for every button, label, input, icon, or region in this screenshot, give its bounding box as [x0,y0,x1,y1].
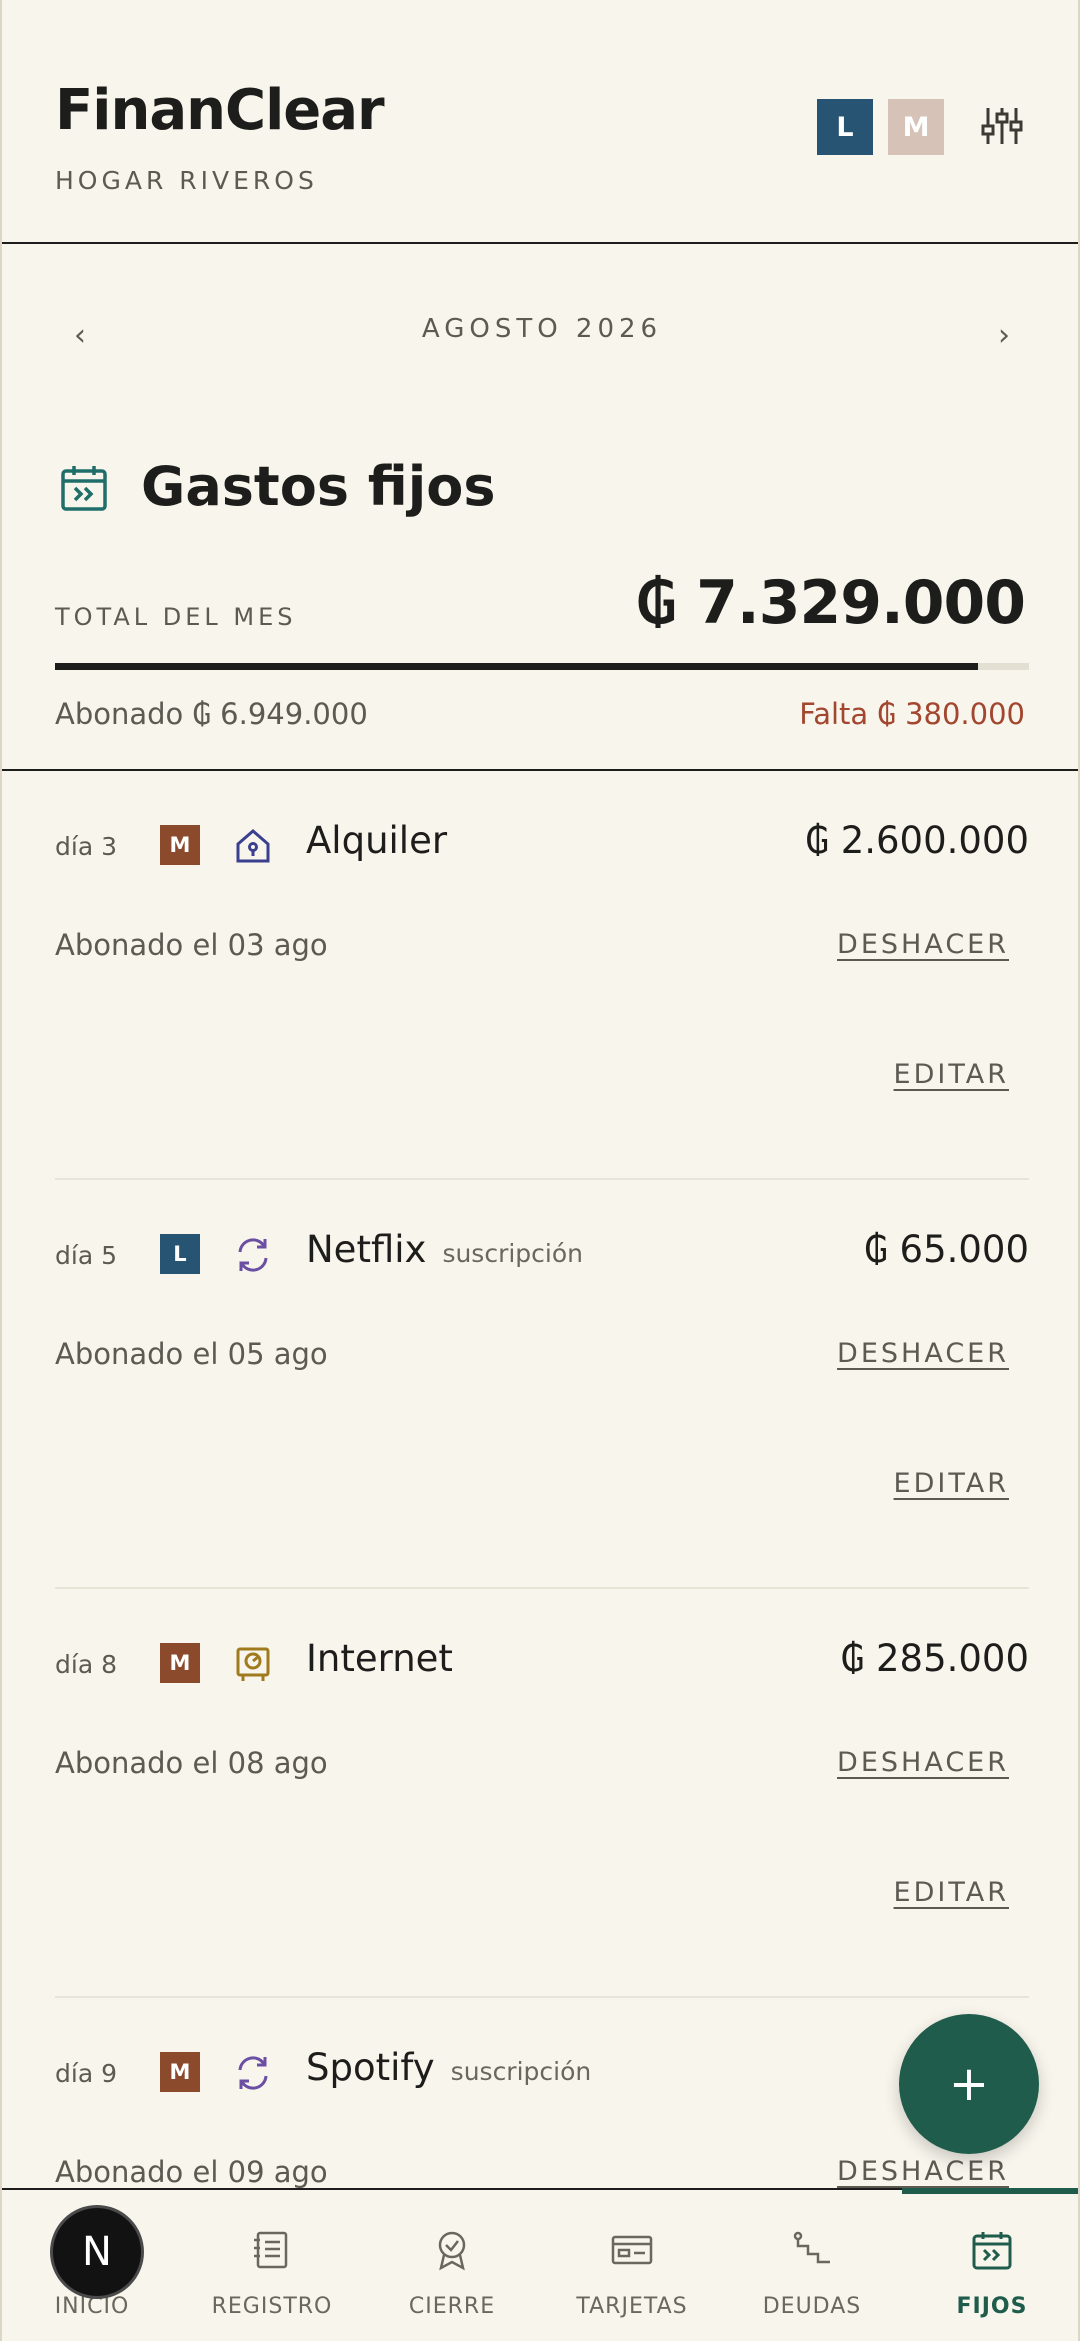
undo-button[interactable]: DESHACER [837,1747,1009,1778]
card-icon [611,2235,653,2265]
household-name: HOGAR RIVEROS [55,166,318,195]
total-label: TOTAL DEL MES [55,603,297,631]
edit-button[interactable]: EDITAR [894,1059,1009,1090]
stairs-icon [793,2231,830,2264]
undo-button[interactable]: DESHACER [837,2156,1009,2187]
missing-amount: Falta ₲ 380.000 [799,697,1025,731]
user-avatar-l[interactable]: L [817,99,873,155]
add-expense-button[interactable]: + [899,2014,1039,2154]
owner-badge: M [160,1643,200,1683]
nav-label: DEUDAS [762,2294,862,2319]
payment-progress-fill [55,663,979,670]
payment-status: Abonado el 08 ago [55,1746,328,1780]
nav-item-cierre[interactable]: CIERRE [362,2190,542,2341]
payment-status: Abonado el 09 ago [55,2155,328,2189]
expense-day: día 8 [55,1650,117,1679]
nav-item-deudas[interactable]: DEUDAS [722,2190,902,2341]
expense-name: Alquiler [306,819,448,862]
next-month-button[interactable]: › [984,318,1024,353]
nav-label: REGISTRO [211,2294,333,2319]
calendar-forward-icon [972,2232,1012,2270]
expense-amount: ₲ 65.000 [864,1228,1029,1271]
expense-row: día 8 M Internet ₲ 285.000 Abonado el 08… [2,1589,1078,1998]
edit-button[interactable]: EDITAR [894,1877,1009,1908]
expense-amount: ₲ 2.600.000 [805,819,1029,862]
nav-label: FIJOS [956,2294,1028,2319]
expense-row: día 3 M Alquiler ₲ 2.600.000 Abonado el … [2,771,1078,1180]
app-title: FinanClear [55,78,385,143]
payment-status: Abonado el 05 ago [55,1337,328,1371]
nav-item-tarjetas[interactable]: TARJETAS [542,2190,722,2341]
undo-button[interactable]: DESHACER [837,929,1009,960]
owner-badge: M [160,825,200,865]
payment-status: Abonado el 03 ago [55,928,328,962]
expense-amount: ₲ 285.000 [840,1637,1029,1680]
payment-progress-bar [55,663,1029,670]
sliders-icon [981,108,1023,144]
undo-button[interactable]: DESHACER [837,1338,1009,1369]
house-icon [232,825,274,867]
refresh-icon [232,2052,274,2094]
subscription-tag: suscripción [450,2057,592,2086]
page-title: Gastos fijos [141,455,496,518]
owner-badge: L [160,1234,200,1274]
expense-name: Internet [306,1637,453,1680]
paid-amount: Abonado ₲ 6.949.000 [55,697,368,731]
month-label: AGOSTO 2026 [421,314,663,344]
settings-button[interactable] [976,100,1028,152]
nav-label: CIERRE [408,2294,496,2319]
expense-name: Netflix suscripción [306,1228,584,1271]
edit-button[interactable]: EDITAR [894,1468,1009,1499]
user-avatar-m[interactable]: M [888,99,944,155]
router-icon [232,1643,274,1685]
notebook-icon [254,2231,288,2269]
nav-label: TARJETAS [576,2294,688,2319]
expense-day: día 3 [55,832,117,861]
calendar-forward-icon [58,462,110,514]
expense-name: Spotify suscripción [306,2046,592,2089]
refresh-icon [232,1234,274,1276]
badge-check-icon [438,2231,466,2271]
dev-tools-badge[interactable]: N [50,2205,144,2299]
app-screen: FinanClear HOGAR RIVEROS L M ‹ AGOSTO 20… [0,0,1080,2341]
subscription-tag: suscripción [442,1239,584,1268]
nav-item-registro[interactable]: REGISTRO [182,2190,362,2341]
owner-badge: M [160,2052,200,2092]
bottom-nav: INICIO REGISTRO CIERRE TARJETAS DEUDAS F… [2,2188,1078,2341]
app-header: FinanClear HOGAR RIVEROS L M [2,0,1078,244]
total-value: ₲ 7.329.000 [635,568,1026,638]
expense-row: día 5 L Netflix suscripción ₲ 65.000 Abon… [2,1180,1078,1589]
expense-day: día 5 [55,1241,117,1270]
nav-item-fijos[interactable]: FIJOS [902,2190,1078,2341]
expense-day: día 9 [55,2059,117,2088]
